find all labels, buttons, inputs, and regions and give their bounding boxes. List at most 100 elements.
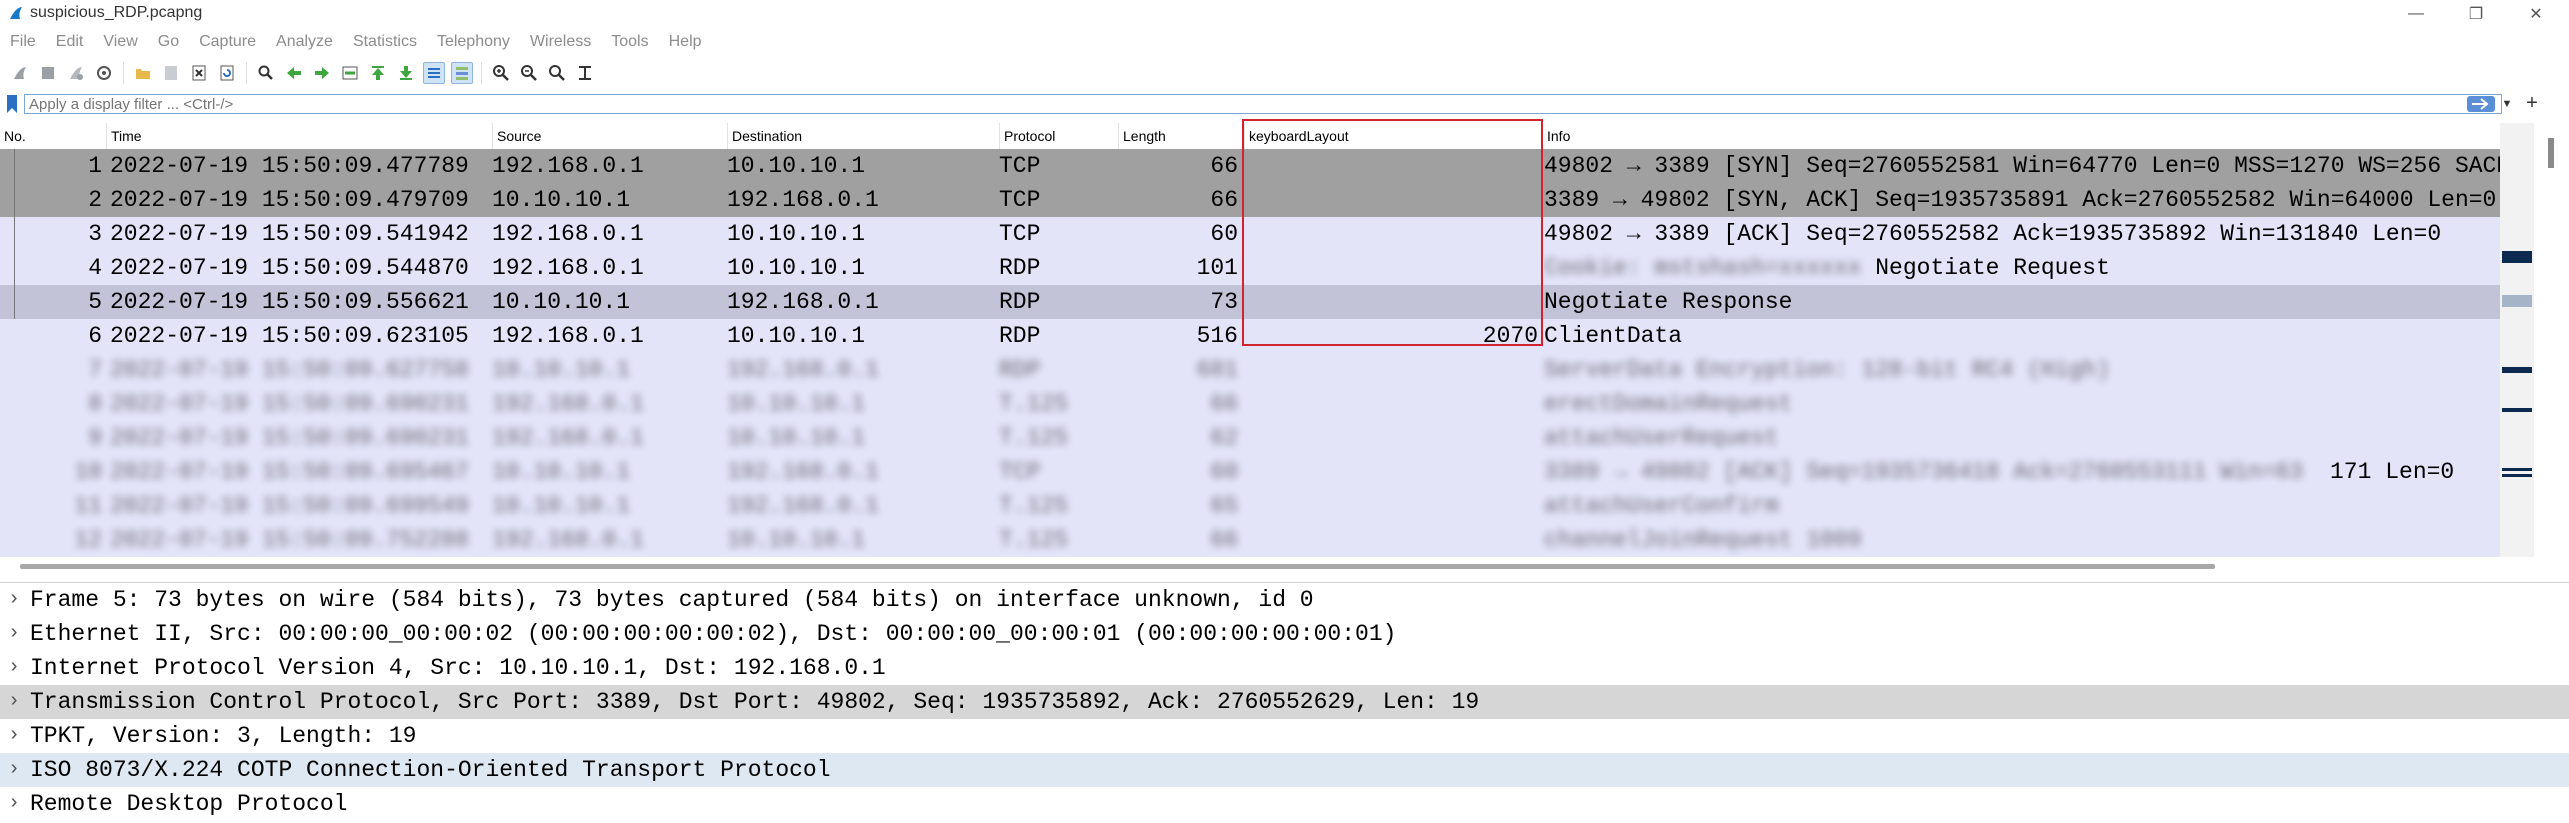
column-header-protocol[interactable]: Protocol xyxy=(999,123,1118,149)
restart-capture-icon[interactable] xyxy=(65,62,87,84)
save-file-icon[interactable] xyxy=(160,62,182,84)
cell-time: 2022-07-19 15:50:09.752288 xyxy=(110,527,469,553)
detail-tree-item[interactable]: › Ethernet II, Src: 00:00:00_00:00:02 (00… xyxy=(0,617,2569,651)
related-packet-line-icon xyxy=(14,183,29,217)
menu-help[interactable]: Help xyxy=(659,33,712,51)
detail-tree-item[interactable]: › Frame 5: 73 bytes on wire (584 bits), 7… xyxy=(0,583,2569,617)
detail-tree-item[interactable]: › TPKT, Version: 3, Length: 19 xyxy=(0,719,2569,753)
packet-row[interactable]: 11 2022-07-19 15:50:09.699549 10.10.10.1 19… xyxy=(0,489,2500,523)
expand-chevron-icon[interactable]: › xyxy=(8,685,24,719)
column-header-no[interactable]: No. xyxy=(0,123,65,149)
filter-history-dropdown-icon[interactable]: ▼ xyxy=(2500,96,2514,112)
expand-chevron-icon[interactable]: › xyxy=(8,753,24,787)
detail-tree-label: Remote Desktop Protocol xyxy=(30,791,348,817)
colorize-icon[interactable] xyxy=(451,62,473,84)
expand-chevron-icon[interactable]: › xyxy=(8,719,24,753)
resize-columns-icon[interactable] xyxy=(574,62,596,84)
expand-chevron-icon[interactable]: › xyxy=(8,651,24,685)
expand-chevron-icon[interactable]: › xyxy=(8,617,24,651)
expand-chevron-icon[interactable]: › xyxy=(8,787,24,821)
autoscroll-icon[interactable] xyxy=(423,62,445,84)
close-file-icon[interactable] xyxy=(188,62,210,84)
find-packet-icon[interactable] xyxy=(255,62,277,84)
cell-source: 10.10.10.1 xyxy=(492,493,631,519)
detail-tree-item[interactable]: › Remote Desktop Protocol xyxy=(0,787,2569,821)
add-filter-button-icon[interactable]: + xyxy=(2522,92,2542,114)
cell-no: 7 xyxy=(88,357,102,383)
column-header-destination[interactable]: Destination xyxy=(727,123,999,149)
start-capture-icon[interactable] xyxy=(9,62,31,84)
column-header-info[interactable]: Info xyxy=(1542,123,2500,149)
cell-destination: 192.168.0.1 xyxy=(727,459,879,485)
detail-tree-label: ISO 8073/X.224 COTP Connection-Oriented … xyxy=(30,757,831,783)
go-last-icon[interactable] xyxy=(395,62,417,84)
horizontal-scrollbar-thumb[interactable] xyxy=(20,564,2215,569)
minimize-icon[interactable]: — xyxy=(2386,0,2446,28)
packet-list-vertical-scrollbar[interactable] xyxy=(2500,123,2534,557)
zoom-in-icon[interactable] xyxy=(490,62,512,84)
menu-go[interactable]: Go xyxy=(148,33,189,51)
apply-filter-arrow-icon[interactable] xyxy=(2467,96,2495,112)
go-to-packet-icon[interactable] xyxy=(339,62,361,84)
normal-size-icon[interactable] xyxy=(546,62,568,84)
info-prefix-redacted: Cookie: mstshash=xxxxxx xyxy=(1544,255,1862,281)
cell-protocol: TCP xyxy=(999,187,1041,213)
detail-tree-item[interactable]: › Internet Protocol Version 4, Src: 10.10… xyxy=(0,651,2569,685)
capture-options-icon[interactable] xyxy=(93,62,115,84)
column-header-source[interactable]: Source xyxy=(492,123,727,149)
title-bar xyxy=(0,0,2569,28)
open-file-icon[interactable] xyxy=(132,62,154,84)
detail-tree-item[interactable]: › Transmission Control Protocol, Src Port… xyxy=(0,685,2569,719)
vertical-scrollbar-thumb[interactable] xyxy=(2548,138,2554,168)
packet-row[interactable]: 12 2022-07-19 15:50:09.752288 192.168.0.1 1… xyxy=(0,523,2500,557)
column-header-length[interactable]: Length xyxy=(1118,123,1244,149)
menu-telephony[interactable]: Telephony xyxy=(427,33,520,51)
menu-tools[interactable]: Tools xyxy=(601,33,658,51)
cell-destination: 10.10.10.1 xyxy=(727,323,866,349)
menu-edit[interactable]: Edit xyxy=(46,33,94,51)
cell-length: 681 xyxy=(1196,357,1238,383)
menu-wireless[interactable]: Wireless xyxy=(520,33,601,51)
cell-info: channelJoinRequest 1009 xyxy=(1544,527,1862,553)
bookmark-icon[interactable] xyxy=(4,94,20,114)
go-first-icon[interactable] xyxy=(367,62,389,84)
toolbar-divider xyxy=(481,62,482,84)
packet-row[interactable]: 9 2022-07-19 15:50:09.690231 192.168.0.1 10… xyxy=(0,421,2500,455)
cell-no: 10 xyxy=(74,459,102,485)
expand-chevron-icon[interactable]: › xyxy=(8,583,24,617)
cell-source: 192.168.0.1 xyxy=(492,323,644,349)
cell-destination: 10.10.10.1 xyxy=(727,153,866,179)
cell-source: 192.168.0.1 xyxy=(492,255,644,281)
cell-length: 60 xyxy=(1210,459,1238,485)
menu-statistics[interactable]: Statistics xyxy=(343,33,427,51)
column-header-time[interactable]: Time xyxy=(106,123,492,149)
go-back-icon[interactable] xyxy=(283,62,305,84)
cell-no: 11 xyxy=(74,493,102,519)
cell-length: 516 xyxy=(1196,323,1238,349)
menu-capture[interactable]: Capture xyxy=(189,33,266,51)
stop-capture-icon[interactable] xyxy=(37,62,59,84)
related-packet-line-icon xyxy=(14,217,29,251)
packet-row[interactable]: 7 2022-07-19 15:50:09.627758 10.10.10.1 192… xyxy=(0,353,2500,387)
menu-analyze[interactable]: Analyze xyxy=(266,33,343,51)
detail-tree-item[interactable]: › ISO 8073/X.224 COTP Connection-Oriented… xyxy=(0,753,2569,787)
reload-file-icon[interactable] xyxy=(216,62,238,84)
detail-tree-label: Internet Protocol Version 4, Src: 10.10.… xyxy=(30,655,886,681)
cell-length: 66 xyxy=(1210,187,1238,213)
cell-destination: 192.168.0.1 xyxy=(727,493,879,519)
packet-details-pane: › Frame 5: 73 bytes on wire (584 bits), 7… xyxy=(0,582,2569,823)
maximize-icon[interactable]: ❐ xyxy=(2446,0,2506,28)
detail-tree-label: Ethernet II, Src: 00:00:00_00:00:02 (00:… xyxy=(30,621,1397,647)
packet-row[interactable]: 8 2022-07-19 15:50:09.690231 192.168.0.1 10… xyxy=(0,387,2500,421)
packet-row[interactable]: 10 2022-07-19 15:50:09.695467 10.10.10.1 19… xyxy=(0,455,2500,489)
zoom-out-icon[interactable] xyxy=(518,62,540,84)
go-forward-icon[interactable] xyxy=(311,62,333,84)
cell-destination: 10.10.10.1 xyxy=(727,255,866,281)
cell-info: ClientData xyxy=(1544,323,1683,349)
menu-view[interactable]: View xyxy=(93,33,147,51)
display-filter-input[interactable] xyxy=(24,94,2502,114)
cell-time: 2022-07-19 15:50:09.544870 xyxy=(110,255,469,281)
menu-file[interactable]: File xyxy=(0,33,46,51)
cell-time: 2022-07-19 15:50:09.699549 xyxy=(110,493,469,519)
close-icon[interactable]: ✕ xyxy=(2506,0,2566,28)
